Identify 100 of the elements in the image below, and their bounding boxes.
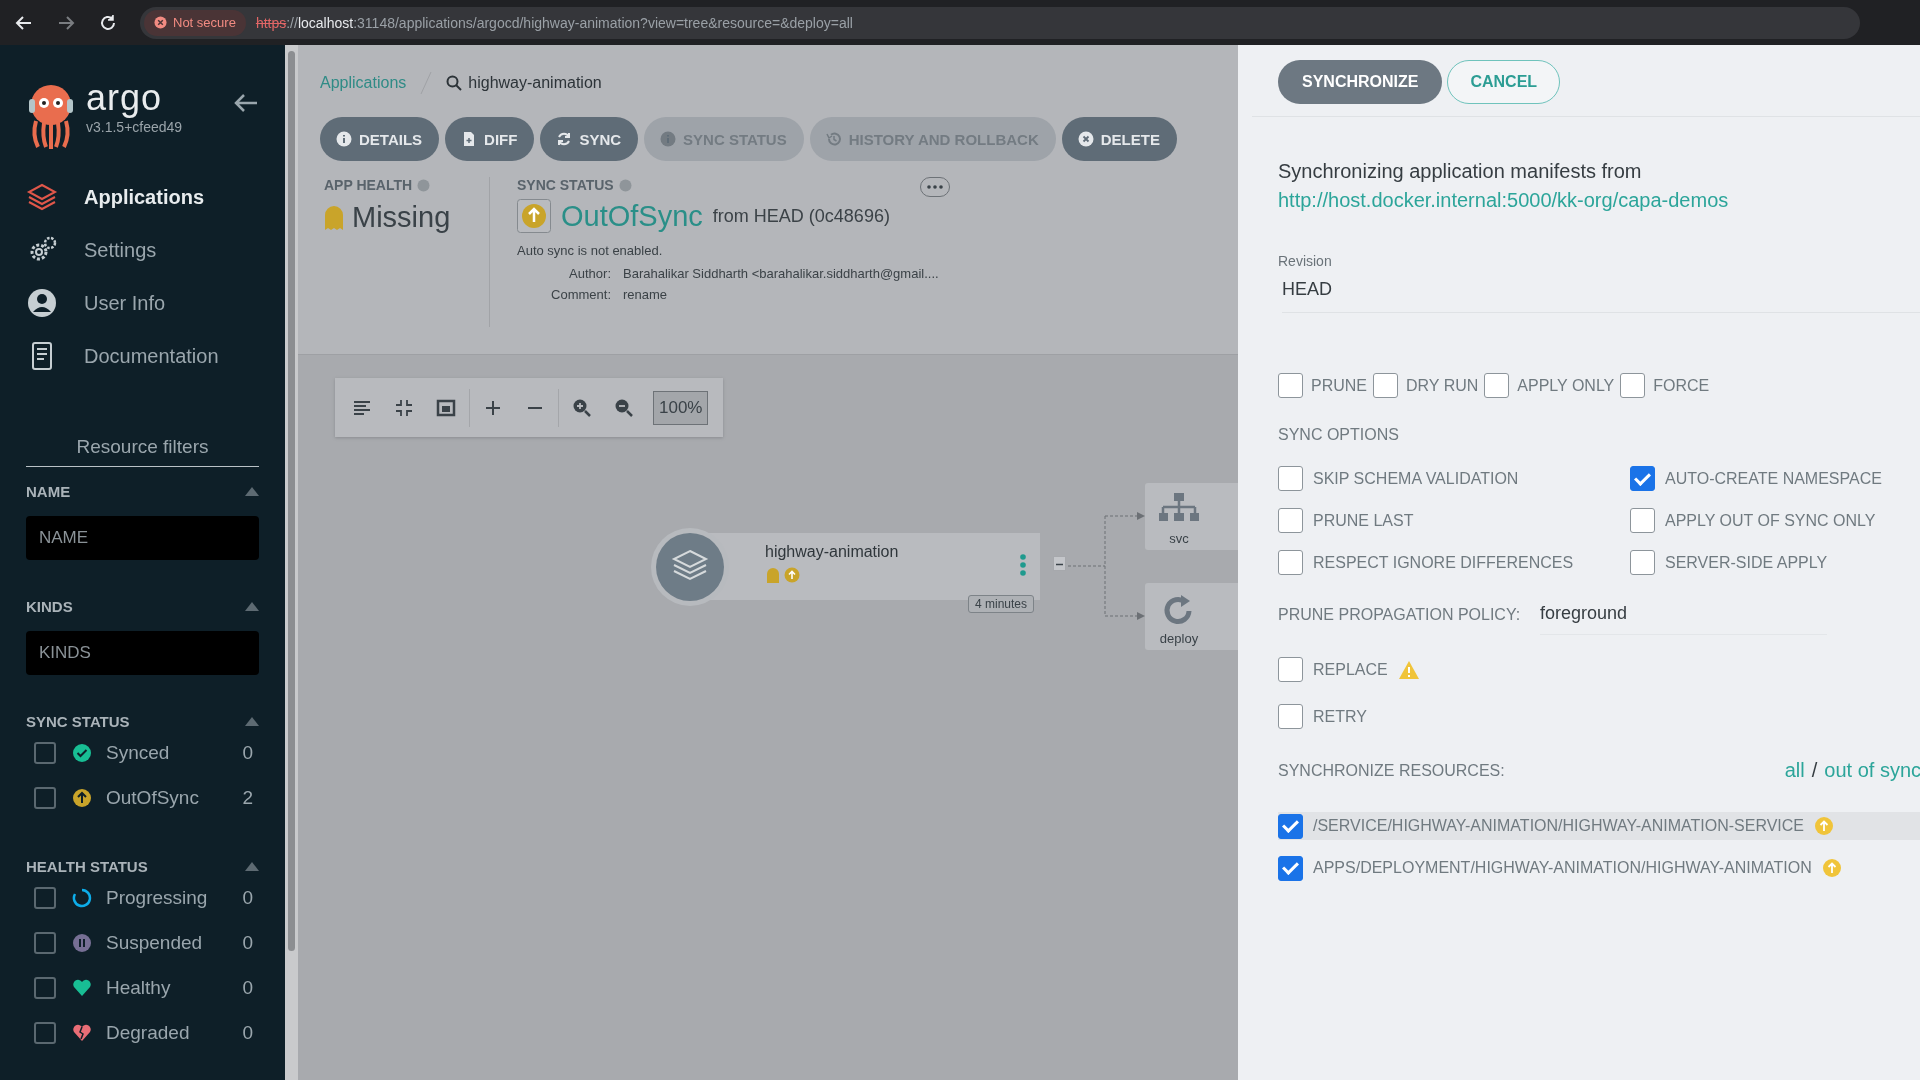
checkbox[interactable] [34, 931, 56, 954]
compress-icon[interactable] [394, 397, 414, 418]
age-badge: 4 minutes [968, 595, 1035, 613]
zoom-out-icon[interactable] [614, 397, 634, 418]
action-button[interactable]: SYNC [540, 117, 639, 161]
option-label: SKIP SCHEMA VALIDATION [1313, 469, 1519, 488]
checkbox[interactable] [1620, 373, 1646, 398]
filter-count: 0 [242, 886, 253, 909]
revision-label: Revision [1278, 253, 1333, 269]
checkbox[interactable] [1484, 373, 1510, 398]
filter-label: Suspended [106, 931, 203, 954]
option-label: PRUNE LAST [1313, 511, 1414, 530]
address-bar[interactable]: Not secure https://localhost:31148/applications/argocd/highway-animation?view=tree&resource=&deploy=all [140, 6, 1860, 39]
checkbox[interactable] [1373, 373, 1398, 398]
filter-label: OutOfSync [106, 786, 199, 809]
action-button[interactable]: DETAILS [320, 117, 440, 161]
checkbox[interactable] [1278, 373, 1303, 398]
collapse-caret-icon[interactable] [245, 602, 259, 611]
policy-label: PRUNE PROPAGATION POLICY: [1278, 606, 1522, 624]
resource-label: APPS/DEPLOYMENT/HIGHWAY-ANIMATION/HIGHWAY-ANIMATION [1313, 859, 1812, 877]
checkbox[interactable] [1278, 508, 1303, 533]
checkbox[interactable] [34, 976, 56, 999]
filter-label: Healthy [106, 976, 171, 999]
filter-label: Degraded [106, 1021, 190, 1044]
select-all-link[interactable]: all [1784, 759, 1805, 782]
ghost-icon [765, 567, 781, 583]
option-label: FORCE [1653, 376, 1710, 395]
kebab-menu-icon[interactable] [1020, 553, 1026, 577]
filter-input-field[interactable]: KINDS [26, 631, 259, 675]
scrollbar[interactable] [285, 45, 298, 1080]
option-label: SERVER-SIDE APPLY [1665, 553, 1828, 572]
filter-count: 0 [242, 976, 253, 999]
checkbox[interactable] [1278, 657, 1303, 682]
url-text: https://localhost:31148/applications/argocd/highway-animation?view=tree&resource=&deploy=all [255, 14, 853, 31]
zoom-level: 100% [653, 390, 709, 425]
reload-icon[interactable] [98, 12, 118, 33]
comment-value: rename [623, 287, 669, 302]
more-options-icon[interactable] [920, 177, 950, 197]
filter-count: 0 [242, 1021, 253, 1044]
nav-item[interactable]: User Info [84, 291, 166, 315]
info-icon [660, 131, 677, 147]
resource-label: /SERVICE/HIGHWAY-ANIMATION/HIGHWAY-ANIMATION-SERVICE [1313, 817, 1805, 835]
sync-icon [556, 131, 573, 147]
checkbox[interactable] [1278, 466, 1303, 491]
comment-label: Comment: [550, 287, 611, 302]
checkbox[interactable] [1630, 466, 1655, 491]
resource-node[interactable]: deploy [1145, 583, 1238, 650]
warning-icon [154, 16, 167, 29]
checkbox[interactable] [34, 1021, 56, 1044]
delete-icon [1077, 131, 1094, 147]
sync-status-value: OutOfSync [561, 199, 703, 233]
revision-field[interactable]: HEAD [1282, 269, 1920, 313]
synchronize-button[interactable]: SYNCHRONIZE [1278, 60, 1443, 104]
checkbox[interactable] [1630, 550, 1655, 575]
checkbox[interactable] [1278, 704, 1303, 729]
repo-link[interactable]: http://host.docker.internal:5000/kk-org/capa-demos [1278, 189, 1729, 212]
filter-input-field[interactable]: NAME [26, 516, 259, 560]
filter-count: 0 [242, 931, 253, 954]
sync-status-label: SYNC STATUS [517, 177, 614, 193]
filter-label: Synced [106, 741, 170, 764]
option-label: RETRY [1313, 707, 1367, 726]
separator-text: / [1811, 759, 1818, 782]
nav-item[interactable]: Documentation [84, 344, 219, 368]
arrow-up-circle-icon [784, 567, 800, 583]
collapse-toggle[interactable] [1053, 556, 1066, 571]
resource-node[interactable]: svc [1145, 483, 1238, 550]
checkbox[interactable] [1278, 855, 1303, 881]
action-button[interactable]: DELETE [1061, 117, 1177, 161]
checkbox[interactable] [34, 786, 56, 809]
policy-dropdown[interactable]: foreground [1540, 595, 1828, 635]
section-heading: SYNC STATUS [26, 713, 130, 730]
action-button[interactable]: DIFF [445, 117, 535, 161]
collapse-caret-icon[interactable] [245, 717, 259, 726]
collapse-caret-icon[interactable] [245, 487, 259, 496]
back-arrow-icon[interactable] [233, 93, 259, 113]
search-icon [446, 75, 463, 91]
security-chip[interactable]: Not secure [144, 9, 246, 36]
checkbox[interactable] [1278, 813, 1303, 839]
filters-heading: Resource filters [26, 436, 259, 467]
nav-item[interactable]: Settings [84, 238, 157, 262]
checkbox[interactable] [34, 741, 56, 764]
resources-label: SYNCHRONIZE RESOURCES: [1278, 761, 1506, 780]
select-out-of-sync-link[interactable]: out of sync [1824, 759, 1920, 782]
option-label: AUTO-CREATE NAMESPACE [1665, 469, 1882, 488]
fit-view-icon[interactable] [436, 397, 456, 418]
checkbox[interactable] [1630, 508, 1655, 533]
cancel-button[interactable]: CANCEL [1447, 60, 1561, 104]
sync-source: from HEAD (0c48696) [712, 205, 890, 227]
collapse-caret-icon[interactable] [245, 862, 259, 871]
section-heading: KINDS [26, 598, 73, 615]
section-heading: NAME [26, 483, 71, 500]
section-heading: SYNC OPTIONS [1278, 426, 1400, 444]
ghost-icon [324, 204, 344, 231]
node-name: highway-animation [765, 543, 900, 561]
checkbox[interactable] [34, 886, 56, 909]
option-label: APPLY OUT OF SYNC ONLY [1665, 511, 1876, 530]
zoom-in-icon[interactable] [572, 397, 592, 418]
checkbox[interactable] [1278, 550, 1303, 575]
option-label: REPLACE [1313, 660, 1388, 679]
nav-item[interactable]: Applications [84, 185, 204, 209]
